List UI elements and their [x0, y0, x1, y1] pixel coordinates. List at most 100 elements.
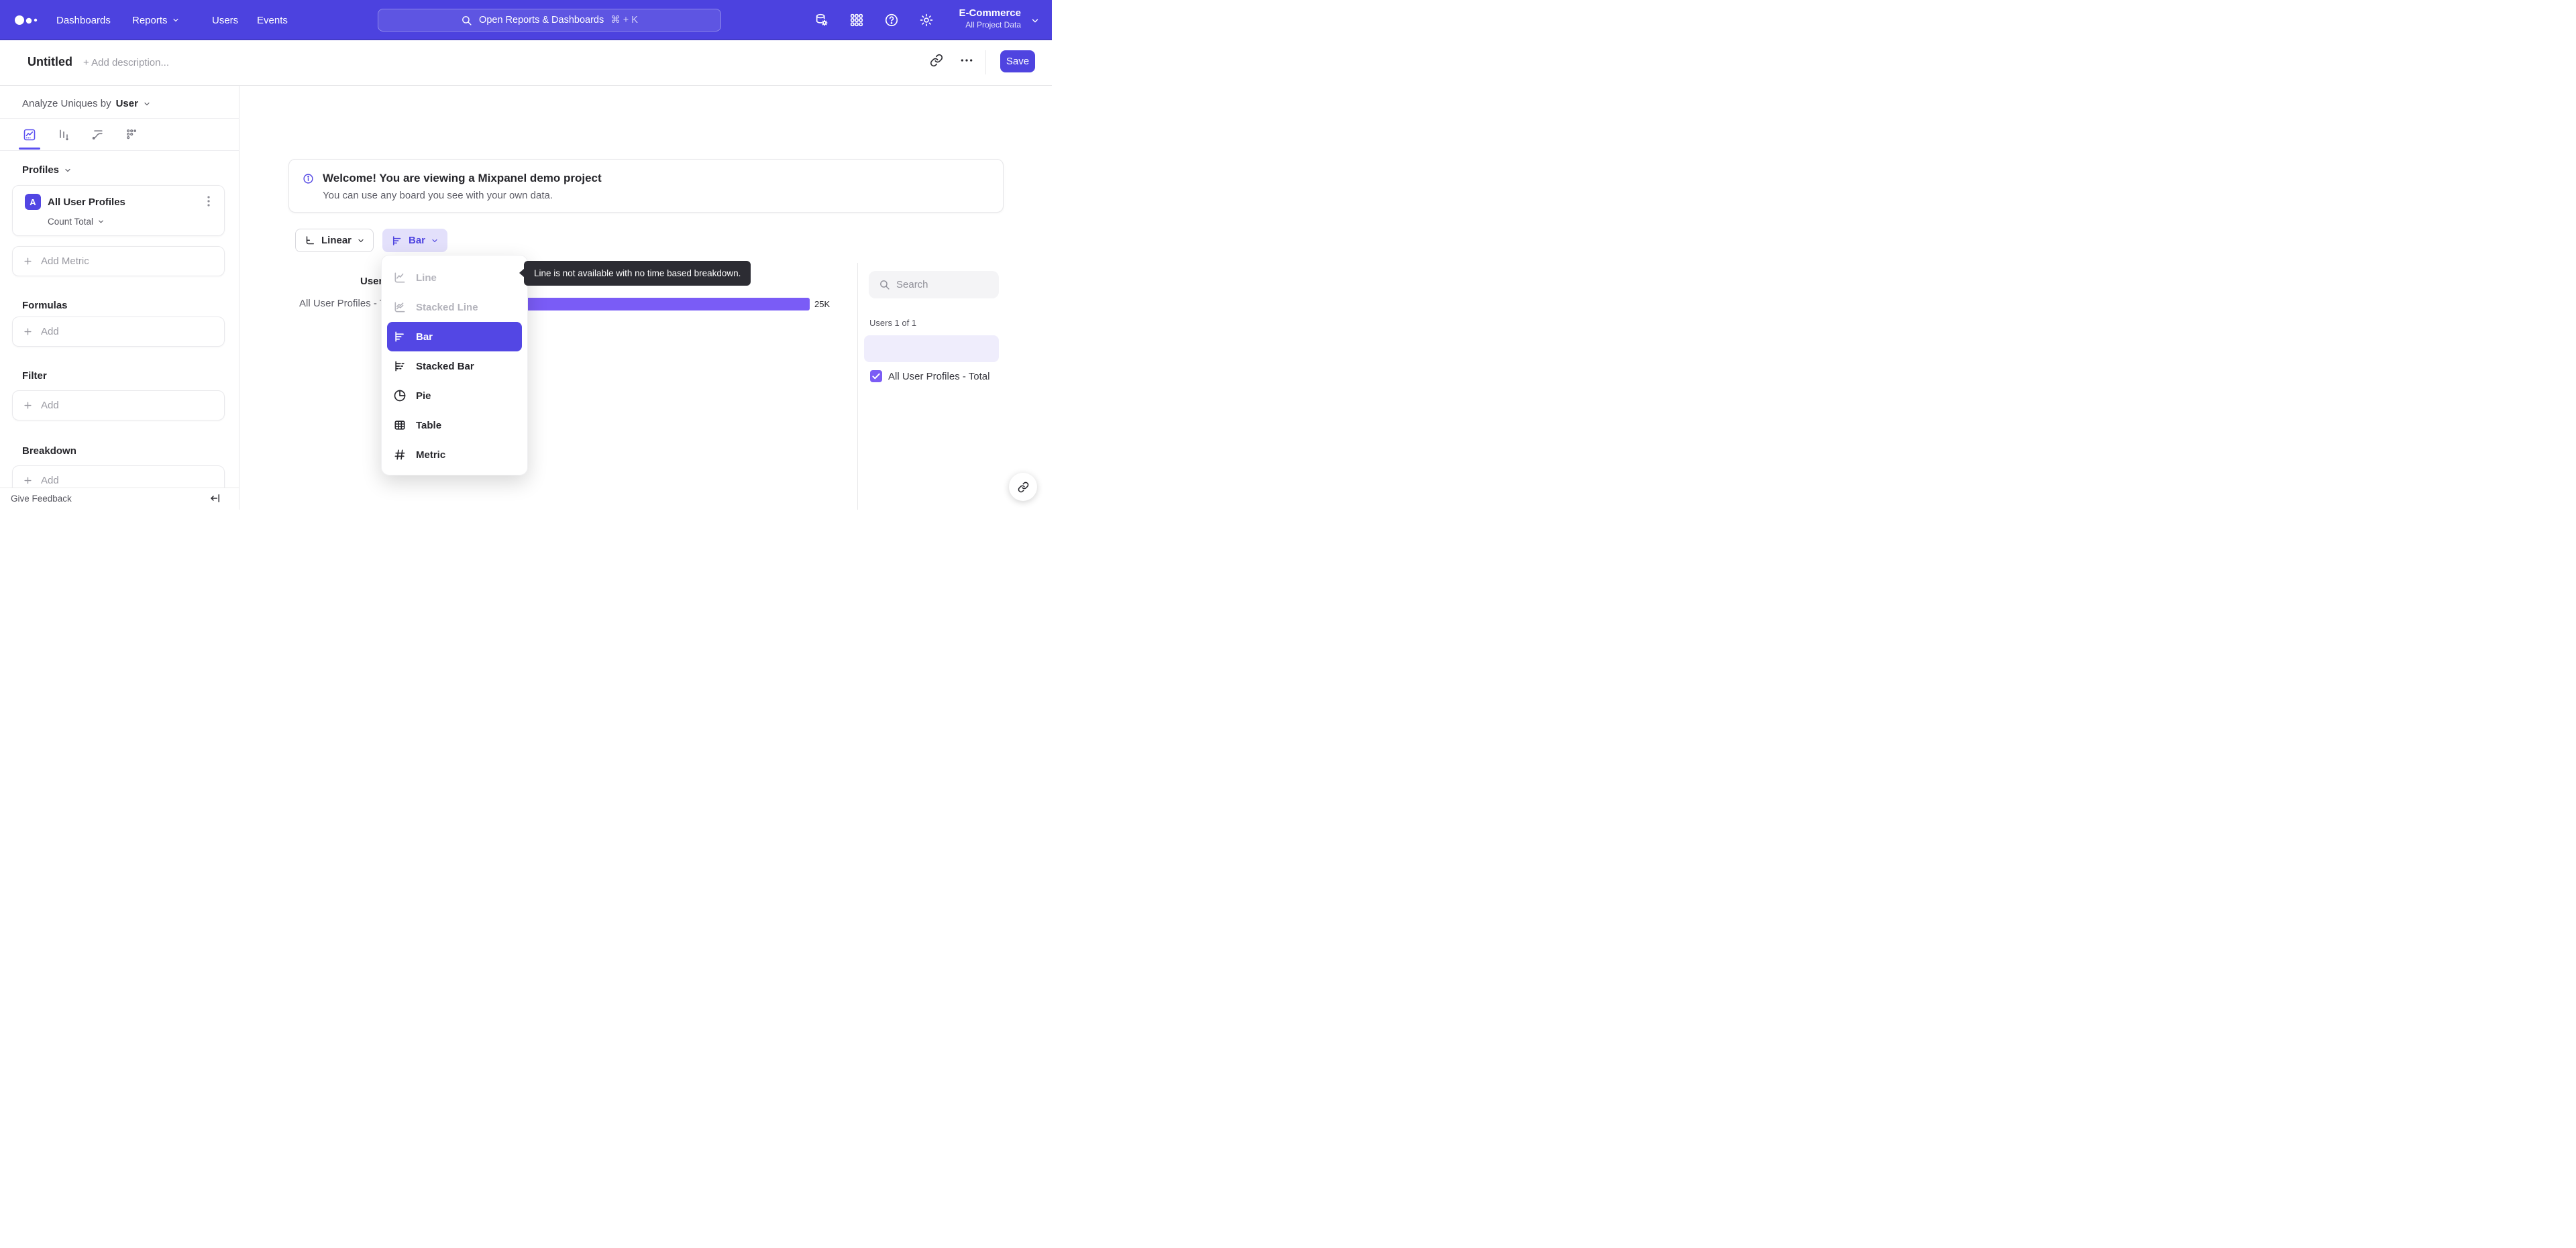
series-label[interactable]: All User Profiles - Total	[888, 371, 989, 382]
stacked-line-chart-icon	[394, 302, 405, 313]
search-placeholder: Open Reports & Dashboards	[479, 15, 604, 25]
chart-type-dropdown-button[interactable]: Bar	[382, 229, 448, 252]
plus-icon	[24, 328, 32, 335]
hash-icon	[394, 449, 405, 460]
tab-insights[interactable]	[23, 127, 36, 142]
project-switcher[interactable]: E-Commerce All Project Data	[959, 7, 1021, 30]
tab-retention[interactable]	[125, 127, 139, 142]
menu-label: Pie	[416, 390, 431, 402]
filter-heading: Filter	[22, 370, 47, 382]
chevron-down-icon	[358, 239, 364, 242]
add-filter-button[interactable]: Add	[12, 390, 225, 420]
collapse-sidebar-icon[interactable]	[209, 492, 221, 504]
chevron-down-icon[interactable]	[143, 100, 151, 108]
project-scope: All Project Data	[965, 20, 1021, 30]
floating-copy-link-button[interactable]	[1009, 473, 1037, 501]
add-metric-label: Add Metric	[41, 256, 89, 267]
link-icon	[1018, 481, 1028, 492]
menu-label: Line	[416, 272, 437, 284]
nav-item-dashboards[interactable]: Dashboards	[56, 0, 111, 40]
report-title[interactable]: Untitled	[28, 55, 72, 69]
chevron-down-icon	[65, 168, 70, 172]
give-feedback-link[interactable]: Give Feedback	[11, 494, 72, 504]
plus-icon	[24, 402, 32, 409]
menu-label: Stacked Bar	[416, 360, 474, 372]
tab-flows[interactable]	[91, 127, 105, 142]
breakdown-heading: Breakdown	[22, 445, 76, 457]
tab-funnels[interactable]	[57, 127, 70, 142]
scale-dropdown-button[interactable]: Linear	[295, 229, 374, 252]
aggregation-label: Count Total	[48, 217, 94, 227]
linear-axis-icon	[306, 235, 314, 244]
banner-title: Welcome! You are viewing a Mixpanel demo…	[323, 172, 602, 184]
chart-bar-value: 25K	[814, 299, 830, 309]
divider	[0, 150, 239, 151]
add-label: Add	[41, 400, 59, 411]
divider	[0, 118, 239, 119]
report-title-bar: Untitled + Add description... Save	[0, 40, 1052, 86]
pie-chart-icon	[394, 390, 406, 402]
metric-name[interactable]: All User Profiles	[48, 196, 125, 208]
nav-label: Dashboards	[56, 14, 111, 26]
search-icon	[879, 279, 890, 290]
scale-label: Linear	[321, 235, 352, 246]
copy-link-icon[interactable]	[930, 54, 943, 67]
table-icon	[394, 420, 405, 430]
settings-gear-icon[interactable]	[919, 13, 934, 27]
chart-type-label: Bar	[409, 235, 426, 246]
line-chart-icon	[394, 272, 405, 283]
metric-menu-icon[interactable]	[204, 195, 215, 207]
menu-item-stacked-bar[interactable]: Stacked Bar	[387, 351, 522, 381]
menu-item-table[interactable]: Table	[387, 410, 522, 440]
active-tab-underline	[19, 148, 40, 150]
nav-item-users[interactable]: Users	[212, 0, 238, 40]
metric-card[interactable]: A All User Profiles Count Total	[12, 185, 225, 236]
divider	[985, 50, 986, 74]
profiles-label: Profiles	[22, 164, 60, 176]
nav-item-reports[interactable]: Reports	[132, 0, 180, 40]
chevron-down-icon	[1030, 16, 1040, 25]
legend-count-label: Users 1 of 1	[869, 318, 917, 328]
query-builder-sidebar: Analyze Uniques by User Profiles A All U…	[0, 86, 239, 510]
save-button[interactable]: Save	[1000, 50, 1035, 72]
chevron-down-icon	[172, 18, 178, 22]
analyze-value-dropdown[interactable]: User	[116, 98, 138, 109]
mixpanel-logo-icon[interactable]	[15, 15, 42, 25]
apps-grid-icon[interactable]	[849, 13, 864, 27]
chevron-down-icon	[432, 239, 437, 242]
search-shortcut: ⌘ + K	[610, 15, 638, 25]
menu-item-pie[interactable]: Pie	[387, 381, 522, 410]
metric-aggregation-dropdown[interactable]: Count Total	[48, 217, 105, 227]
stacked-bar-icon	[395, 361, 405, 372]
select-all-row[interactable]	[864, 335, 999, 362]
search-icon	[462, 15, 472, 25]
menu-item-bar[interactable]: Bar	[387, 322, 522, 351]
nav-label: Users	[212, 14, 239, 26]
nav-item-events[interactable]: Events	[257, 0, 288, 40]
nav-label: Events	[257, 14, 288, 26]
menu-item-stacked-line[interactable]: Stacked Line	[387, 292, 522, 322]
add-formula-button[interactable]: Add	[12, 317, 225, 347]
demo-banner	[288, 159, 1004, 213]
formulas-heading: Formulas	[22, 300, 68, 311]
legend-search-box	[869, 271, 999, 298]
add-metric-button[interactable]: Add Metric	[12, 246, 225, 276]
profiles-heading[interactable]: Profiles	[22, 164, 72, 176]
global-search-button[interactable]: Open Reports & Dashboards ⌘ + K	[378, 9, 721, 32]
menu-label: Table	[416, 419, 442, 431]
horizontal-bar-icon	[392, 235, 401, 245]
horizontal-bar-icon	[395, 331, 404, 342]
menu-item-line[interactable]: Line	[387, 263, 522, 292]
info-icon	[303, 173, 314, 184]
legend-search-input[interactable]	[896, 271, 994, 298]
help-icon[interactable]	[884, 13, 899, 27]
disabled-option-tooltip: Line is not available with no time based…	[519, 261, 751, 286]
data-management-icon[interactable]	[814, 13, 829, 27]
add-description-field[interactable]: + Add description...	[83, 57, 169, 68]
nav-label: Reports	[132, 14, 168, 26]
menu-item-metric[interactable]: Metric	[387, 440, 522, 469]
metric-letter-badge: A	[25, 194, 41, 210]
more-icon[interactable]	[960, 56, 973, 69]
chart-type-menu: Line Stacked Line Bar Stacked Bar Pie Ta…	[381, 255, 528, 475]
series-checkbox[interactable]	[870, 370, 882, 382]
